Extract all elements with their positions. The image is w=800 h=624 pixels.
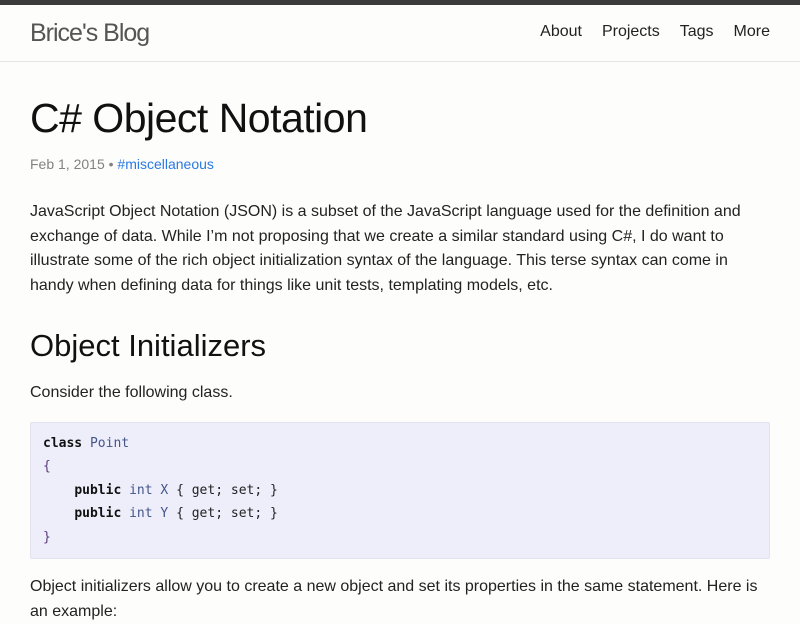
code-keyword: public xyxy=(74,506,122,521)
nav-about[interactable]: About xyxy=(540,23,582,41)
post-title: C# Object Notation xyxy=(30,95,368,141)
site-nav: About Projects Tags More xyxy=(540,23,770,41)
nav-projects[interactable]: Projects xyxy=(602,23,660,41)
site-brand-link[interactable]: Brice's Blog xyxy=(30,19,150,48)
code-class-name: Point xyxy=(89,435,130,451)
nav-tags[interactable]: Tags xyxy=(680,23,714,41)
code-accessors: { get; set; } xyxy=(176,482,278,498)
code-keyword: public xyxy=(74,482,122,498)
intro-paragraph: JavaScript Object Notation (JSON) is a s… xyxy=(30,203,741,294)
post-date: Feb 1, 2015 xyxy=(30,156,105,172)
code-brace: } xyxy=(43,529,51,545)
post-meta: Feb 1, 2015 • #miscellaneous xyxy=(30,156,770,172)
code-prop: X xyxy=(160,482,169,498)
code-accessors: { get; set; } xyxy=(176,506,278,521)
code-keyword: class xyxy=(43,435,83,451)
section-heading: Object Initializers xyxy=(30,328,267,363)
code-type: int xyxy=(129,506,153,521)
post-tag-link[interactable]: #miscellaneous xyxy=(117,156,214,172)
nav-more[interactable]: More xyxy=(734,23,770,41)
code-brace: { xyxy=(43,459,51,474)
site-header: Brice's Blog About Projects Tags More xyxy=(0,5,800,62)
meta-separator: • xyxy=(108,156,114,172)
code-type: int xyxy=(129,482,153,498)
code-prop: Y xyxy=(160,506,169,521)
post-content: C# Object Notation Feb 1, 2015 • #miscel… xyxy=(30,62,770,624)
section-intro: Consider the following class. xyxy=(30,384,233,401)
code-block: class Point { public int X { get; set; }… xyxy=(30,421,770,559)
